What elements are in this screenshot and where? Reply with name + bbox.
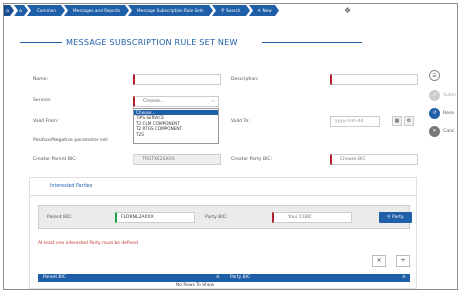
crumb-messages-reports[interactable]: Messages and Reports xyxy=(64,5,129,16)
home-crumb[interactable]: ⌂ xyxy=(4,5,14,16)
description-field[interactable] xyxy=(330,74,418,85)
crumb-messages-label: Messages and Reports xyxy=(73,8,121,13)
party-bic-placeholder: Your 11BIC xyxy=(288,215,313,220)
search-party-label: Party xyxy=(392,215,404,220)
submit-label: Subm xyxy=(443,93,457,98)
service-selected-value: Choose... xyxy=(143,99,165,104)
app-frame: ⌂ ⌂ Common Messages and Reports Message … xyxy=(3,3,458,290)
column-menu-icon[interactable]: ≡ xyxy=(402,274,406,282)
name-field[interactable] xyxy=(133,74,221,85)
crumb-new-label: New xyxy=(262,8,272,13)
valid-to-label: Valid To: xyxy=(231,119,250,124)
title-divider-left xyxy=(20,42,62,43)
interested-parties-title: Interested Parties xyxy=(50,184,93,189)
plus-icon: + xyxy=(257,8,262,14)
submit-button[interactable]: ↗ xyxy=(429,90,440,101)
party-bic-label: Party BIC: xyxy=(205,215,228,220)
crumb-common-label: Common xyxy=(37,8,56,13)
valid-to-field[interactable]: yyyy-mm-dd xyxy=(330,116,380,127)
service-select[interactable]: Choose... ⌵ xyxy=(133,96,219,107)
interested-parties-panel: Interested Parties Parent BIC: FLORNL2AX… xyxy=(29,177,417,289)
service-label: Service: xyxy=(33,98,52,103)
parent-bic-value: FLORNL2AXXX xyxy=(121,215,154,220)
crumb-new[interactable]: + New xyxy=(249,5,279,16)
page-title-bar: MESSAGE SUBSCRIPTION RULE SET NEW xyxy=(20,35,362,49)
search-icon: ⚲ xyxy=(387,215,391,220)
crumb-rule-sets-label: Message Subscription Rule Sets xyxy=(137,8,204,13)
cancel-button[interactable]: ✕ xyxy=(429,126,440,137)
service-option[interactable]: T2S xyxy=(134,132,218,137)
cancel-label: Canc xyxy=(443,129,455,134)
pos-neg-label: Positive/Negative parameter set: xyxy=(33,138,109,143)
col-party-bic[interactable]: Party BIC xyxy=(230,274,250,282)
creator-parent-label: Creator Parent BIC: xyxy=(33,157,78,162)
crumb-home[interactable]: ⌂ xyxy=(14,5,28,16)
valid-to-placeholder: yyyy-mm-dd xyxy=(335,119,364,124)
interested-filter-bar: Parent BIC: FLORNL2AXXX Party BIC: Your … xyxy=(38,205,412,229)
breadcrumb: ⌂ ⌂ Common Messages and Reports Message … xyxy=(4,4,457,18)
add-row-button[interactable]: + xyxy=(396,255,410,267)
column-menu-icon[interactable]: ≡ xyxy=(216,274,220,282)
creator-party-placeholder: Choose BIC xyxy=(340,157,366,162)
home-icon: ⌂ xyxy=(6,8,10,14)
valid-from-label: Valid From: xyxy=(33,119,59,124)
page-title: MESSAGE SUBSCRIPTION RULE SET NEW xyxy=(66,37,238,47)
crumb-rule-sets[interactable]: Message Subscription Rule Sets xyxy=(128,5,213,16)
app-logo-icon: ❖ xyxy=(344,6,352,15)
service-dropdown: Choose... TIPS SERVICE T2 CLM COMPONENT … xyxy=(133,108,219,144)
interested-parties-header: Interested Parties xyxy=(30,178,416,196)
home-icon: ⌂ xyxy=(19,8,23,14)
calendar-icon[interactable]: ▦ xyxy=(392,116,402,126)
crumb-search-label: Search xyxy=(226,8,241,13)
creator-parent-field: TRGTXE2SXXX xyxy=(133,154,221,165)
reset-label: Rese xyxy=(443,111,455,116)
no-rows-message: No Rows To Show xyxy=(176,283,215,288)
title-divider-right xyxy=(262,42,362,43)
search-party-button[interactable]: ⚲ Party xyxy=(379,212,412,223)
chevron-down-icon: ⌵ xyxy=(211,98,215,104)
creator-party-field[interactable]: Choose BIC xyxy=(330,154,418,165)
reset-button[interactable]: ↺ xyxy=(429,108,440,119)
party-bic-field[interactable]: Your 11BIC xyxy=(272,212,352,223)
interested-error: At least one interested Party must be de… xyxy=(38,241,138,246)
parent-bic-field[interactable]: FLORNL2AXXX xyxy=(115,212,195,223)
name-label: Name: xyxy=(33,77,49,82)
gear-icon[interactable]: ⚙ xyxy=(404,116,414,126)
search-icon: ⚲ xyxy=(221,8,225,14)
remove-row-button[interactable]: ✕ xyxy=(372,255,386,267)
creator-party-label: Creator Party BIC: xyxy=(231,157,273,162)
interested-table-header: Parent BIC ≡ Party BIC ≡ xyxy=(38,274,410,282)
crumb-search[interactable]: ⚲ Search xyxy=(212,5,250,16)
crumb-common[interactable]: Common xyxy=(27,5,65,16)
creator-parent-value: TRGTXE2SXXX xyxy=(142,157,175,162)
description-label: Description: xyxy=(231,77,259,82)
menu-button[interactable]: ☰ xyxy=(429,70,440,81)
col-parent-bic[interactable]: Parent BIC xyxy=(43,274,66,282)
parent-bic-label: Parent BIC: xyxy=(47,215,73,220)
